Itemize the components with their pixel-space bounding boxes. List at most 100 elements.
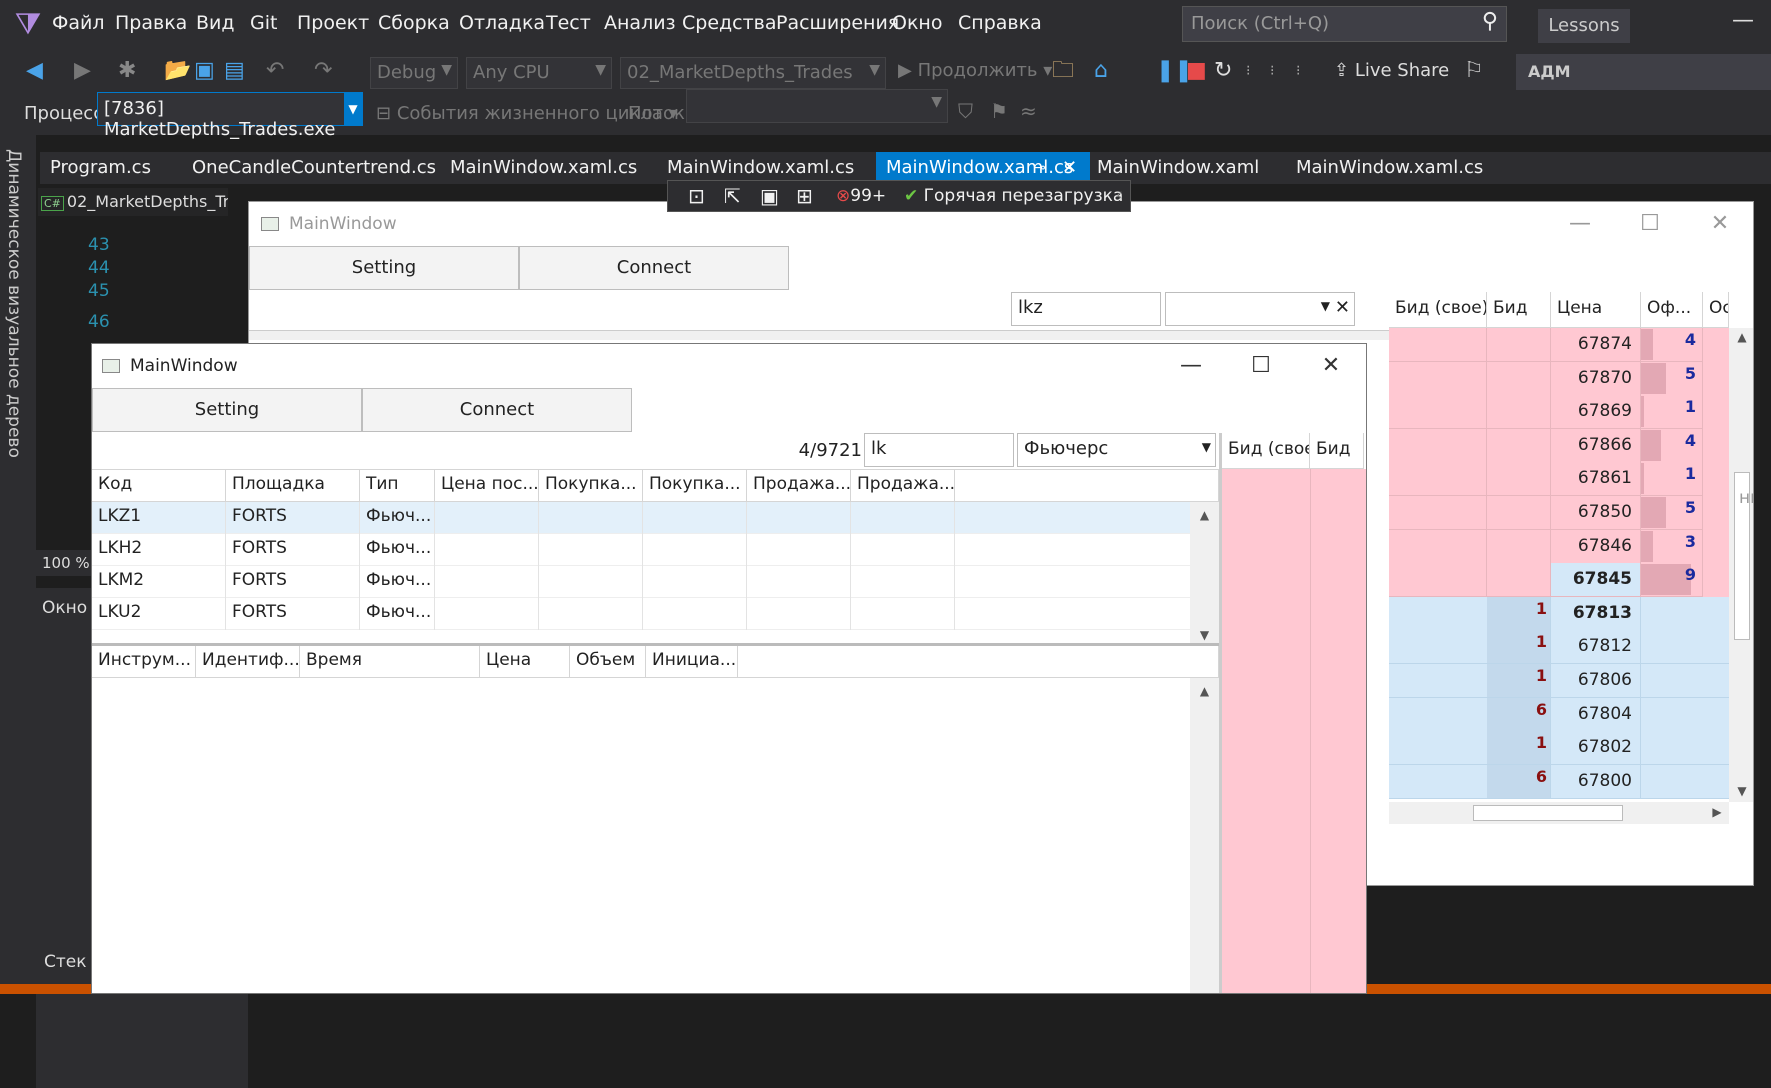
binding-errors-indicator[interactable]: ⊗99+ [836, 186, 886, 206]
new-project-icon[interactable]: ✱ [118, 58, 136, 84]
back-setting-button[interactable]: Setting [249, 246, 519, 290]
tab-program-cs[interactable]: Program.cs [40, 152, 161, 184]
menu-git[interactable]: Git [250, 12, 277, 34]
clear-icon[interactable]: ✕ [1335, 297, 1350, 318]
menu-test[interactable]: Тест [546, 12, 591, 34]
trade-col-header[interactable]: Время [300, 646, 480, 678]
save-all-icon[interactable]: ▤ [224, 58, 245, 84]
scroll-up-icon[interactable]: ▲ [1190, 684, 1219, 698]
adorner-icon[interactable]: ▣ [760, 184, 779, 208]
show-threads-icon[interactable]: ≈ [1020, 99, 1037, 123]
back-filter-input[interactable]: lkz [1011, 292, 1161, 326]
minimize-icon[interactable]: — [1545, 202, 1615, 246]
securities-vscroll[interactable]: ▲ ▼ [1190, 502, 1219, 644]
table-row[interactable]: LKU2 FORTS Фьюч... [92, 598, 1190, 630]
config-select[interactable]: Debug ▼ [370, 57, 458, 89]
sec-col-header[interactable]: Покупка... [539, 470, 643, 502]
flag-threads-icon[interactable]: ⚑ [990, 99, 1008, 123]
trade-col-header[interactable]: Цена [480, 646, 570, 678]
undo-icon[interactable]: ↶ [266, 58, 284, 84]
filter-icon[interactable]: ⛉ [958, 99, 973, 123]
platform-select[interactable]: Any CPU ▼ [466, 57, 612, 89]
scroll-up-icon[interactable]: ▲ [1190, 508, 1219, 522]
find-folder-icon[interactable]: 🗀 [1052, 58, 1074, 84]
menu-view[interactable]: Вид [196, 12, 235, 34]
step-out-icon[interactable]: ⁝ [1296, 58, 1300, 84]
process-select[interactable]: [7836] MarketDepths_Trades.exe ▼ [97, 92, 363, 140]
scroll-thumb[interactable] [1473, 805, 1623, 821]
depth-header-own-bid[interactable]: Бид (свое) [1389, 292, 1487, 328]
live-share-button[interactable]: ⇪ Live Share [1334, 58, 1449, 84]
back-connect-button[interactable]: Connect [519, 246, 789, 290]
table-row[interactable]: LKH2 FORTS Фьюч... [92, 534, 1190, 566]
setting-button[interactable]: Setting [92, 388, 362, 432]
menu-edit[interactable]: Правка [115, 12, 187, 34]
user-account[interactable]: АДМ [1516, 54, 1771, 90]
maximize-icon[interactable]: ☐ [1226, 344, 1296, 388]
menu-window[interactable]: Окно [892, 12, 942, 34]
back-depth-vscroll[interactable]: ▲ ▼ [1729, 328, 1753, 802]
trade-col-header[interactable]: Инструм... [92, 646, 196, 678]
open-folder-icon[interactable]: 📂 [164, 58, 191, 84]
depth-header-own-bid[interactable]: Бид (свое) [1222, 433, 1310, 469]
sec-col-header[interactable]: Код [92, 470, 226, 502]
depth-header-price[interactable]: Цена [1551, 292, 1641, 328]
sec-col-header[interactable]: Покупка... [643, 470, 747, 502]
security-filter-input[interactable]: lk [864, 433, 1014, 467]
lessons-badge[interactable]: Lessons [1538, 9, 1630, 43]
back-type-select[interactable]: ▼ ✕ [1165, 292, 1355, 326]
tab-mainwindow-cs-1[interactable]: MainWindow.xaml.cs [440, 152, 647, 184]
trade-col-header[interactable]: Идентиф... [196, 646, 300, 678]
scroll-right-icon[interactable]: ▶ [1707, 805, 1727, 819]
menu-help[interactable]: Справка [958, 12, 1042, 34]
close-icon[interactable]: ✕ [1296, 344, 1366, 388]
chevron-down-icon[interactable]: ▼ [344, 93, 362, 125]
depth-header-os[interactable]: Ос [1703, 292, 1729, 328]
hot-reload-status[interactable]: ✔ Горячая перезагрузка [904, 186, 1123, 206]
project-dropdown[interactable]: C#02_MarketDepths_Trad [38, 188, 228, 216]
forward-icon[interactable]: ▶ [74, 58, 91, 84]
redo-icon[interactable]: ↷ [314, 58, 332, 84]
connect-button[interactable]: Connect [362, 388, 632, 432]
thread-select[interactable]: ▼ [686, 89, 948, 123]
depth-header-offer[interactable]: Оф... [1641, 292, 1703, 328]
close-icon[interactable]: ✕ [1685, 202, 1753, 246]
back-depth-hscroll[interactable]: ▶ [1389, 802, 1729, 824]
sec-col-header[interactable]: Площадка [226, 470, 360, 502]
tab-onecandle-cs[interactable]: OneCandleCountertrend.cs [182, 152, 446, 184]
startup-project-select[interactable]: 02_MarketDepths_Trades ▼ [620, 57, 886, 89]
vs-search-input[interactable]: Поиск (Ctrl+Q) ⚲ [1182, 6, 1507, 42]
minimize-icon[interactable]: — [1732, 8, 1754, 33]
select-element-icon[interactable]: ⊡ [688, 184, 705, 208]
continue-button[interactable]: ▶ Продолжить ▾ [898, 58, 1052, 84]
feedback-icon[interactable]: ⚐ [1464, 58, 1484, 84]
tab-mainwindow-cs-3[interactable]: MainWindow.xaml.cs [1286, 152, 1493, 184]
trades-vscroll[interactable]: ▲ [1190, 678, 1219, 993]
restart-icon[interactable]: ↻ [1214, 58, 1232, 84]
trade-col-header[interactable]: Объем [570, 646, 646, 678]
search-icon[interactable]: ⚲ [1482, 9, 1498, 34]
live-visual-tree-tab[interactable]: Динамическое визуальное дерево [4, 149, 24, 458]
menu-file[interactable]: Файл [52, 12, 105, 34]
step-into-icon[interactable]: ⁝ [1270, 58, 1274, 84]
maximize-icon[interactable]: ☐ [1615, 202, 1685, 246]
menu-debug[interactable]: Отладка [459, 12, 545, 34]
browser-icon[interactable]: ⌂ [1094, 58, 1108, 84]
track-focus-icon[interactable]: ⊞ [796, 184, 813, 208]
menu-extensions[interactable]: Расширения [776, 12, 899, 34]
step-over-icon[interactable]: ⁝ [1246, 58, 1250, 84]
save-icon[interactable]: ▣ [194, 58, 215, 84]
collapse-icon[interactable]: ‹ [1116, 185, 1123, 205]
trade-col-header[interactable]: Инициа... [646, 646, 738, 678]
sec-col-header[interactable]: Тип [360, 470, 435, 502]
table-row[interactable]: LKZ1 FORTS Фьюч... [92, 502, 1190, 534]
minimize-icon[interactable]: — [1156, 344, 1226, 388]
menu-tools[interactable]: Средства [682, 12, 777, 34]
table-row[interactable]: LKM2 FORTS Фьюч... [92, 566, 1190, 598]
scroll-down-icon[interactable]: ▼ [1729, 784, 1753, 798]
stop-icon[interactable]: ■ [1186, 58, 1207, 84]
scroll-up-icon[interactable]: ▲ [1729, 330, 1753, 344]
menu-project[interactable]: Проект [297, 12, 369, 34]
sec-col-header[interactable]: Цена пос... [435, 470, 539, 502]
menu-analyze[interactable]: Анализ [604, 12, 676, 34]
